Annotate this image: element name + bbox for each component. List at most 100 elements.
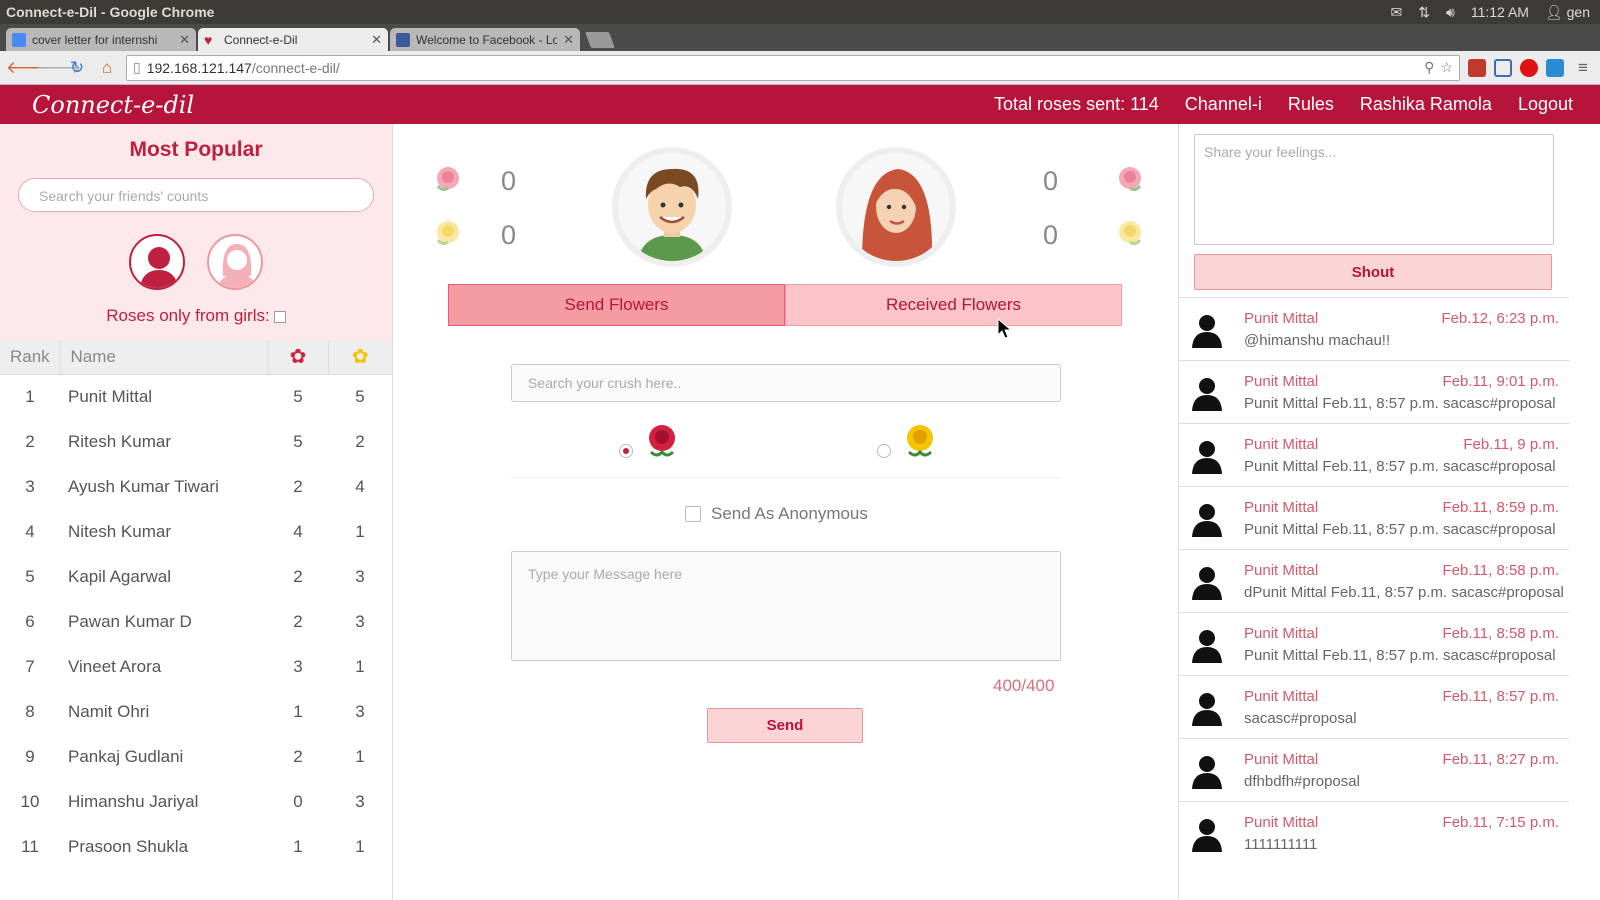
table-row[interactable]: 2 Ritesh Kumar 5 2 bbox=[0, 419, 392, 464]
male-silhouette-icon bbox=[139, 247, 179, 288]
shout-feed: Punit Mittal Feb.12, 6:23 p.m. @himanshu m… bbox=[1179, 297, 1569, 864]
tab-label: cover letter for internshi bbox=[32, 32, 158, 47]
name-cell: Ayush Kumar Tiwari bbox=[68, 476, 219, 496]
volume-icon[interactable]: 🔊︎ bbox=[1446, 4, 1455, 21]
google-icon bbox=[12, 32, 26, 47]
extension-screenshot-icon[interactable] bbox=[1494, 58, 1512, 77]
post-author[interactable]: Punit Mittal bbox=[1244, 373, 1318, 390]
nav-logout[interactable]: Logout bbox=[1518, 94, 1573, 115]
url-path: /connect-e-dil/ bbox=[251, 59, 340, 76]
rank-cell: 6 bbox=[25, 611, 35, 631]
name-cell: Himanshu Jariyal bbox=[68, 791, 199, 811]
post-author[interactable]: Punit Mittal bbox=[1244, 751, 1318, 768]
browser-tab-facebook[interactable]: Welcome to Facebook - Lo ✕ bbox=[390, 28, 580, 51]
col-name[interactable]: Name bbox=[60, 340, 269, 375]
close-icon[interactable]: ✕ bbox=[563, 32, 574, 48]
post-message: Punit Mittal Feb.11, 8:57 p.m. sacasc#pr… bbox=[1244, 458, 1556, 475]
shoutbox-panel: Share your feelings... Shout Punit Mitta… bbox=[1178, 124, 1569, 900]
table-row[interactable]: 7 Vineet Arora 3 1 bbox=[0, 644, 392, 689]
shout-button[interactable]: Shout bbox=[1194, 254, 1552, 290]
bookmark-star-icon[interactable]: ☆ bbox=[1440, 59, 1453, 76]
yellow-count-cell: 1 bbox=[355, 521, 365, 541]
post-author[interactable]: Punit Mittal bbox=[1244, 499, 1318, 516]
table-row[interactable]: 8 Namit Ohri 1 3 bbox=[0, 689, 392, 734]
table-row[interactable]: 11 Prasoon Shukla 1 1 bbox=[0, 824, 392, 869]
post-author[interactable]: Punit Mittal bbox=[1244, 562, 1318, 579]
menu-icon[interactable]: ≡ bbox=[1572, 58, 1594, 78]
roses-only-label: Roses only from girls: bbox=[106, 306, 270, 325]
clock[interactable]: 11:12 AM bbox=[1471, 4, 1529, 20]
male-filter-avatar[interactable] bbox=[129, 234, 185, 290]
mail-icon[interactable]: ✉ bbox=[1391, 4, 1403, 21]
user-silhouette-icon bbox=[1192, 504, 1222, 537]
address-bar[interactable]: ▯ 192.168.121.147/connect-e-dil/ ⚲ ☆ bbox=[126, 54, 1460, 81]
post-author[interactable]: Punit Mittal bbox=[1244, 814, 1318, 831]
site-header: Connect-e-dil Total roses sent: 114 Chan… bbox=[0, 85, 1600, 124]
red-count-cell: 4 bbox=[293, 521, 303, 541]
close-icon[interactable]: ✕ bbox=[371, 32, 382, 48]
table-row[interactable]: 3 Ayush Kumar Tiwari 2 4 bbox=[0, 464, 392, 509]
back-icon[interactable]: 🡐 bbox=[6, 58, 52, 78]
tab-send-flowers[interactable]: Send Flowers bbox=[448, 284, 785, 326]
message-textarea[interactable]: Type your Message here bbox=[511, 551, 1061, 661]
friends-search-input[interactable]: Search your friends' counts bbox=[18, 178, 374, 212]
yellow-count-cell: 1 bbox=[355, 656, 365, 676]
roses-only-checkbox[interactable] bbox=[273, 310, 286, 323]
post-author[interactable]: Punit Mittal bbox=[1244, 310, 1318, 327]
received-red-count: 0 bbox=[1043, 166, 1059, 196]
tab-received-flowers[interactable]: Received Flowers bbox=[785, 284, 1122, 326]
post-author[interactable]: Punit Mittal bbox=[1244, 625, 1318, 642]
extension-bookmark-icon[interactable] bbox=[1468, 58, 1486, 77]
col-rank[interactable]: Rank bbox=[0, 340, 61, 375]
yellow-count-cell: 4 bbox=[355, 476, 365, 496]
table-row[interactable]: 9 Pankaj Gudlani 2 1 bbox=[0, 734, 392, 779]
user-menu[interactable]: 👤︎ gen bbox=[1545, 4, 1590, 21]
nav-channel-i[interactable]: Channel-i bbox=[1185, 94, 1262, 115]
browser-tab-connect-e-dil[interactable]: ♥ Connect-e-Dil ✕ bbox=[198, 28, 388, 51]
table-row[interactable]: 5 Kapil Agarwal 2 3 bbox=[0, 554, 392, 599]
nav-profile[interactable]: Rashika Ramola bbox=[1360, 94, 1492, 115]
browser-tab-cover-letter[interactable]: cover letter for internshi ✕ bbox=[6, 28, 196, 51]
site-logo[interactable]: Connect-e-dil bbox=[32, 91, 994, 119]
post-time: Feb.11, 9:01 p.m. bbox=[1442, 373, 1559, 390]
rank-cell: 5 bbox=[25, 566, 35, 586]
network-icon[interactable]: ⇅ bbox=[1418, 4, 1430, 21]
user-silhouette-icon bbox=[1192, 378, 1222, 411]
crush-search-input[interactable]: Search your crush here.. bbox=[511, 364, 1061, 402]
red-count-cell: 2 bbox=[293, 746, 303, 766]
post-message: dfhbdfh#proposal bbox=[1244, 773, 1360, 790]
post-author[interactable]: Punit Mittal bbox=[1244, 688, 1318, 705]
flower-tabs: Send Flowers Received Flowers bbox=[448, 284, 1122, 326]
nav-rules[interactable]: Rules bbox=[1288, 94, 1334, 115]
close-icon[interactable]: ✕ bbox=[179, 32, 190, 48]
table-row[interactable]: 10 Himanshu Jariyal 0 3 bbox=[0, 779, 392, 824]
post-message: Punit Mittal Feb.11, 8:57 p.m. sacasc#pr… bbox=[1244, 647, 1556, 664]
share-feelings-textarea[interactable]: Share your feelings... bbox=[1194, 134, 1554, 245]
post-message: @himanshu machau!! bbox=[1244, 332, 1391, 349]
user-silhouette-icon bbox=[1192, 819, 1222, 852]
yellow-rose-radio[interactable] bbox=[877, 444, 891, 458]
red-rose-radio[interactable] bbox=[619, 444, 633, 458]
leaderboard-table: Rank Name ✿ ✿ 1 Punit Mittal 5 5 2 Ritesh Kum… bbox=[0, 340, 392, 869]
post-message: sacasc#proposal bbox=[1244, 710, 1357, 727]
zoom-icon[interactable]: ⚲ bbox=[1424, 59, 1434, 76]
yellow-rose-icon bbox=[907, 425, 933, 457]
send-button[interactable]: Send bbox=[707, 708, 863, 743]
home-icon[interactable]: ⌂ bbox=[96, 58, 118, 78]
table-row[interactable]: 1 Punit Mittal 5 5 bbox=[0, 374, 392, 419]
col-yellow-rose[interactable]: ✿ bbox=[328, 340, 392, 375]
table-row[interactable]: 4 Nitesh Kumar 4 1 bbox=[0, 509, 392, 554]
female-filter-avatar[interactable] bbox=[207, 234, 263, 290]
table-row[interactable]: 6 Pawan Kumar D 2 3 bbox=[0, 599, 392, 644]
mouse-cursor-icon bbox=[997, 318, 1013, 339]
new-tab-button[interactable] bbox=[585, 32, 615, 48]
forward-icon[interactable]: 🡒 bbox=[36, 58, 82, 78]
reload-icon[interactable]: ↻ bbox=[66, 58, 88, 78]
name-cell: Nitesh Kumar bbox=[68, 521, 171, 541]
extension-adblock-icon[interactable] bbox=[1520, 58, 1538, 77]
post-author[interactable]: Punit Mittal bbox=[1244, 436, 1318, 453]
red-count-cell: 0 bbox=[293, 791, 303, 811]
col-red-rose[interactable]: ✿ bbox=[268, 340, 329, 375]
anonymous-checkbox[interactable] bbox=[685, 506, 701, 522]
extension-puzzle-icon[interactable] bbox=[1546, 58, 1564, 77]
